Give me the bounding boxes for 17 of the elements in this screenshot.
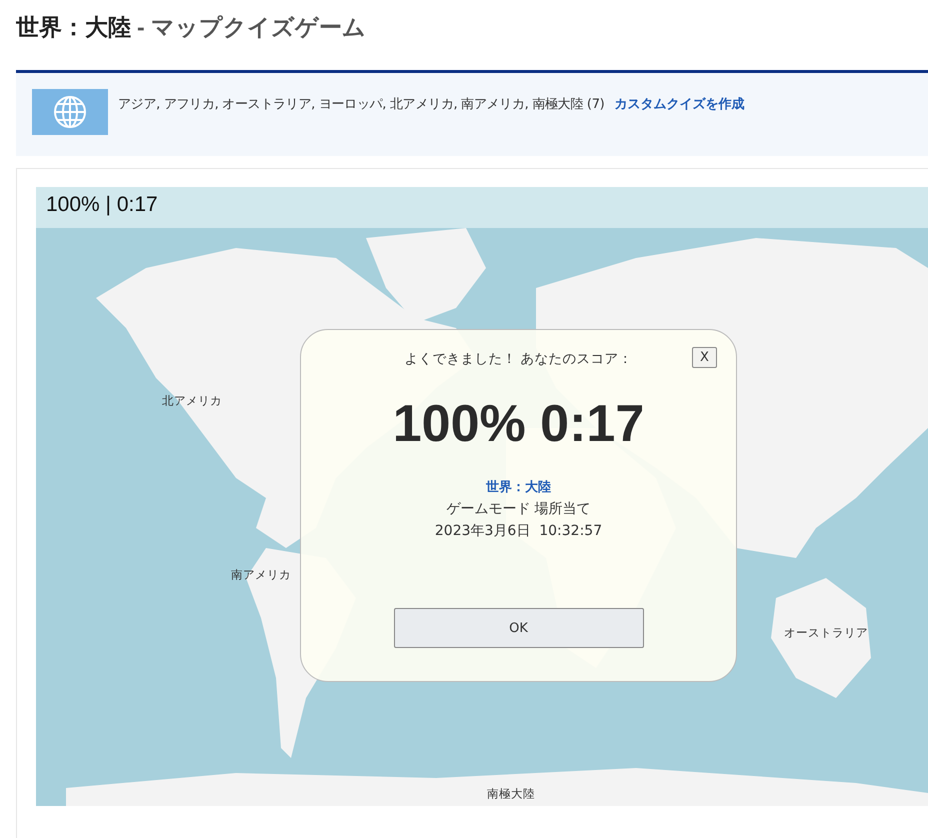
continent-list: アジア, アフリカ, オーストラリア, ヨーロッパ, 北アメリカ, 南アメリカ, 南極大陸 (7) <box>118 95 604 113</box>
quiz-name: 世界：大陸 <box>486 479 551 496</box>
custom-quiz-link[interactable]: カスタムクイズを作成 <box>614 95 744 113</box>
continent-label: 南アメリカ <box>231 568 291 582</box>
score-bar: 100% | 0:17 <box>36 187 928 228</box>
continent-label: 北アメリカ <box>162 394 222 408</box>
dialog-heading: よくできました！ あなたのスコア： <box>404 350 633 368</box>
continent-label: オーストラリア <box>784 626 868 640</box>
score-text: 100% 0:17 <box>392 394 644 454</box>
ok-button[interactable]: OK <box>394 608 644 648</box>
globe-icon <box>53 95 87 129</box>
page-title: 世界：大陸 <box>16 13 131 42</box>
page-subtitle: - マップクイズゲーム <box>137 13 366 42</box>
date-time: 2023年3月6日 10:32:57 <box>434 522 602 540</box>
continent-label: 南極大陸 <box>487 786 535 802</box>
close-button[interactable]: X <box>692 347 717 368</box>
game-mode: ゲームモード 場所当て <box>446 500 591 518</box>
